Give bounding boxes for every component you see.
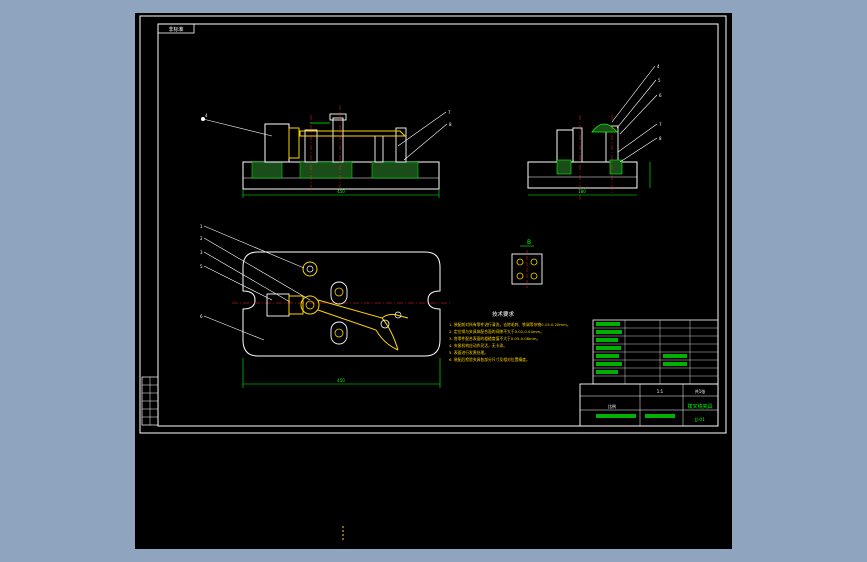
front-section-left	[251, 161, 283, 179]
front-dim-text: 450	[337, 189, 345, 194]
tech-req-line-5: 6. 装配后检验夹具各部分尺寸及相对位置精度。	[449, 357, 530, 362]
section-marker: B	[527, 239, 531, 246]
title-scale: 1:1	[657, 389, 664, 394]
tech-req-line-0: 1. 装配前对所有零件进行清洗，去除毛刺、铁屑等杂物0.15-0.20mm。	[449, 322, 571, 327]
title-scale-label: 比例	[608, 403, 616, 409]
front-section-mid	[299, 161, 353, 179]
title-drawing-name: 拨叉铣夹具	[687, 403, 712, 410]
tech-req-line-2: 3. 各零件配合表面的粗糙度值不大于0.05-0.08mm。	[449, 336, 540, 341]
tech-req-line-1: 2. 定位销与夹具体配合面的间隙不大于0.02-0.04mm。	[449, 329, 544, 334]
side-dim-text: 180	[578, 189, 586, 194]
title-sheet: 共1张	[695, 388, 706, 394]
tech-req-line-3: 4. 夹紧机构应动作灵活，无卡滞。	[449, 343, 507, 348]
front-section-right	[371, 161, 419, 179]
title-drawing-no: JJ-01	[694, 417, 705, 423]
title-tab-text: 非标准	[168, 26, 183, 33]
plan-dim-text: 450	[337, 378, 345, 383]
tech-req-heading: 技术要求	[492, 310, 515, 318]
tech-req-line-4: 5. 表面进行发黑处理。	[449, 350, 488, 355]
cad-drawing-canvas[interactable]: 非标准 450 4 7 8 180 4 5 6 7 8 450 1 2 3 5 …	[0, 0, 867, 562]
model-space	[135, 13, 732, 549]
